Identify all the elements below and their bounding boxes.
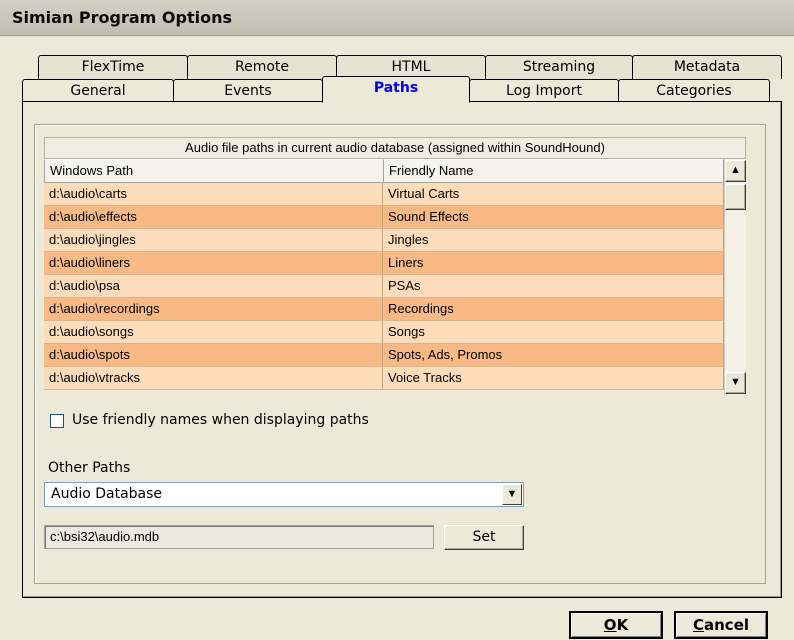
tab-general[interactable]: General [22, 79, 174, 103]
scroll-up-arrow-icon[interactable]: ▲ [725, 160, 746, 182]
cell-friendly-name[interactable]: Spots, Ads, Promos [383, 344, 724, 367]
dropdown-arrow-icon[interactable]: ▼ [502, 484, 522, 505]
tab-metadata[interactable]: Metadata [632, 55, 782, 79]
scrollbar-thumb[interactable] [725, 184, 746, 210]
tab-flextime[interactable]: FlexTime [38, 55, 188, 79]
column-header-friendly-name[interactable]: Friendly Name [383, 159, 724, 183]
cell-friendly-name[interactable]: Virtual Carts [383, 183, 724, 206]
cell-windows-path[interactable]: d:\audio\spots [44, 344, 383, 367]
cell-friendly-name[interactable]: Liners [383, 252, 724, 275]
grid-caption: Audio file paths in current audio databa… [44, 137, 746, 159]
table-row[interactable]: d:\audio\songs Songs [44, 321, 724, 344]
cancel-label: ancel [704, 616, 750, 634]
table-row[interactable]: d:\audio\recordings Recordings [44, 298, 724, 321]
table-row[interactable]: d:\audio\psa PSAs [44, 275, 724, 298]
tab-remote[interactable]: Remote [187, 55, 337, 79]
title-bar[interactable]: Simian Program Options [0, 0, 794, 36]
cell-windows-path[interactable]: d:\audio\songs [44, 321, 383, 344]
cell-windows-path[interactable]: d:\audio\vtracks [44, 367, 383, 390]
table-row[interactable]: d:\audio\vtracks Voice Tracks [44, 367, 724, 390]
cell-windows-path[interactable]: d:\audio\jingles [44, 229, 383, 252]
table-row[interactable]: d:\audio\effects Sound Effects [44, 206, 724, 229]
cell-friendly-name[interactable]: Jingles [383, 229, 724, 252]
table-row[interactable]: d:\audio\liners Liners [44, 252, 724, 275]
table-row[interactable]: d:\audio\spots Spots, Ads, Promos [44, 344, 724, 367]
other-paths-selected-value: Audio Database [51, 486, 163, 502]
ok-accelerator: O [603, 616, 617, 634]
cell-friendly-name[interactable]: Sound Effects [383, 206, 724, 229]
cell-windows-path[interactable]: d:\audio\recordings [44, 298, 383, 321]
tab-categories[interactable]: Categories [618, 79, 770, 103]
ok-label: K [616, 616, 629, 634]
tab-streaming[interactable]: Streaming [485, 55, 633, 79]
table-row[interactable]: d:\audio\jingles Jingles [44, 229, 724, 252]
cell-windows-path[interactable]: d:\audio\psa [44, 275, 383, 298]
cancel-button[interactable]: Cancel [674, 611, 768, 639]
cell-friendly-name[interactable]: Songs [383, 321, 724, 344]
cell-windows-path[interactable]: d:\audio\liners [44, 252, 383, 275]
path-value-field[interactable]: c:\bsi32\audio.mdb [44, 525, 434, 549]
cell-friendly-name[interactable]: PSAs [383, 275, 724, 298]
set-button[interactable]: Set [444, 525, 524, 550]
friendly-names-checkbox[interactable] [50, 414, 64, 428]
cell-friendly-name[interactable]: Recordings [383, 298, 724, 321]
friendly-names-label[interactable]: Use friendly names when displaying paths [72, 412, 369, 428]
tab-log-import[interactable]: Log Import [469, 79, 619, 103]
cancel-accelerator: C [692, 616, 704, 634]
cell-windows-path[interactable]: d:\audio\effects [44, 206, 383, 229]
other-paths-select[interactable]: Audio Database ▼ [44, 482, 524, 507]
table-row[interactable]: d:\audio\carts Virtual Carts [44, 183, 724, 206]
cell-windows-path[interactable]: d:\audio\carts [44, 183, 383, 206]
window-title: Simian Program Options [12, 8, 233, 27]
ok-button[interactable]: OK [569, 611, 663, 639]
other-paths-label: Other Paths [48, 460, 131, 476]
tab-paths[interactable]: Paths [322, 76, 470, 103]
cell-friendly-name[interactable]: Voice Tracks [383, 367, 724, 390]
column-header-windows-path[interactable]: Windows Path [44, 159, 384, 183]
tab-events[interactable]: Events [173, 79, 323, 103]
scroll-down-arrow-icon[interactable]: ▼ [725, 372, 746, 394]
